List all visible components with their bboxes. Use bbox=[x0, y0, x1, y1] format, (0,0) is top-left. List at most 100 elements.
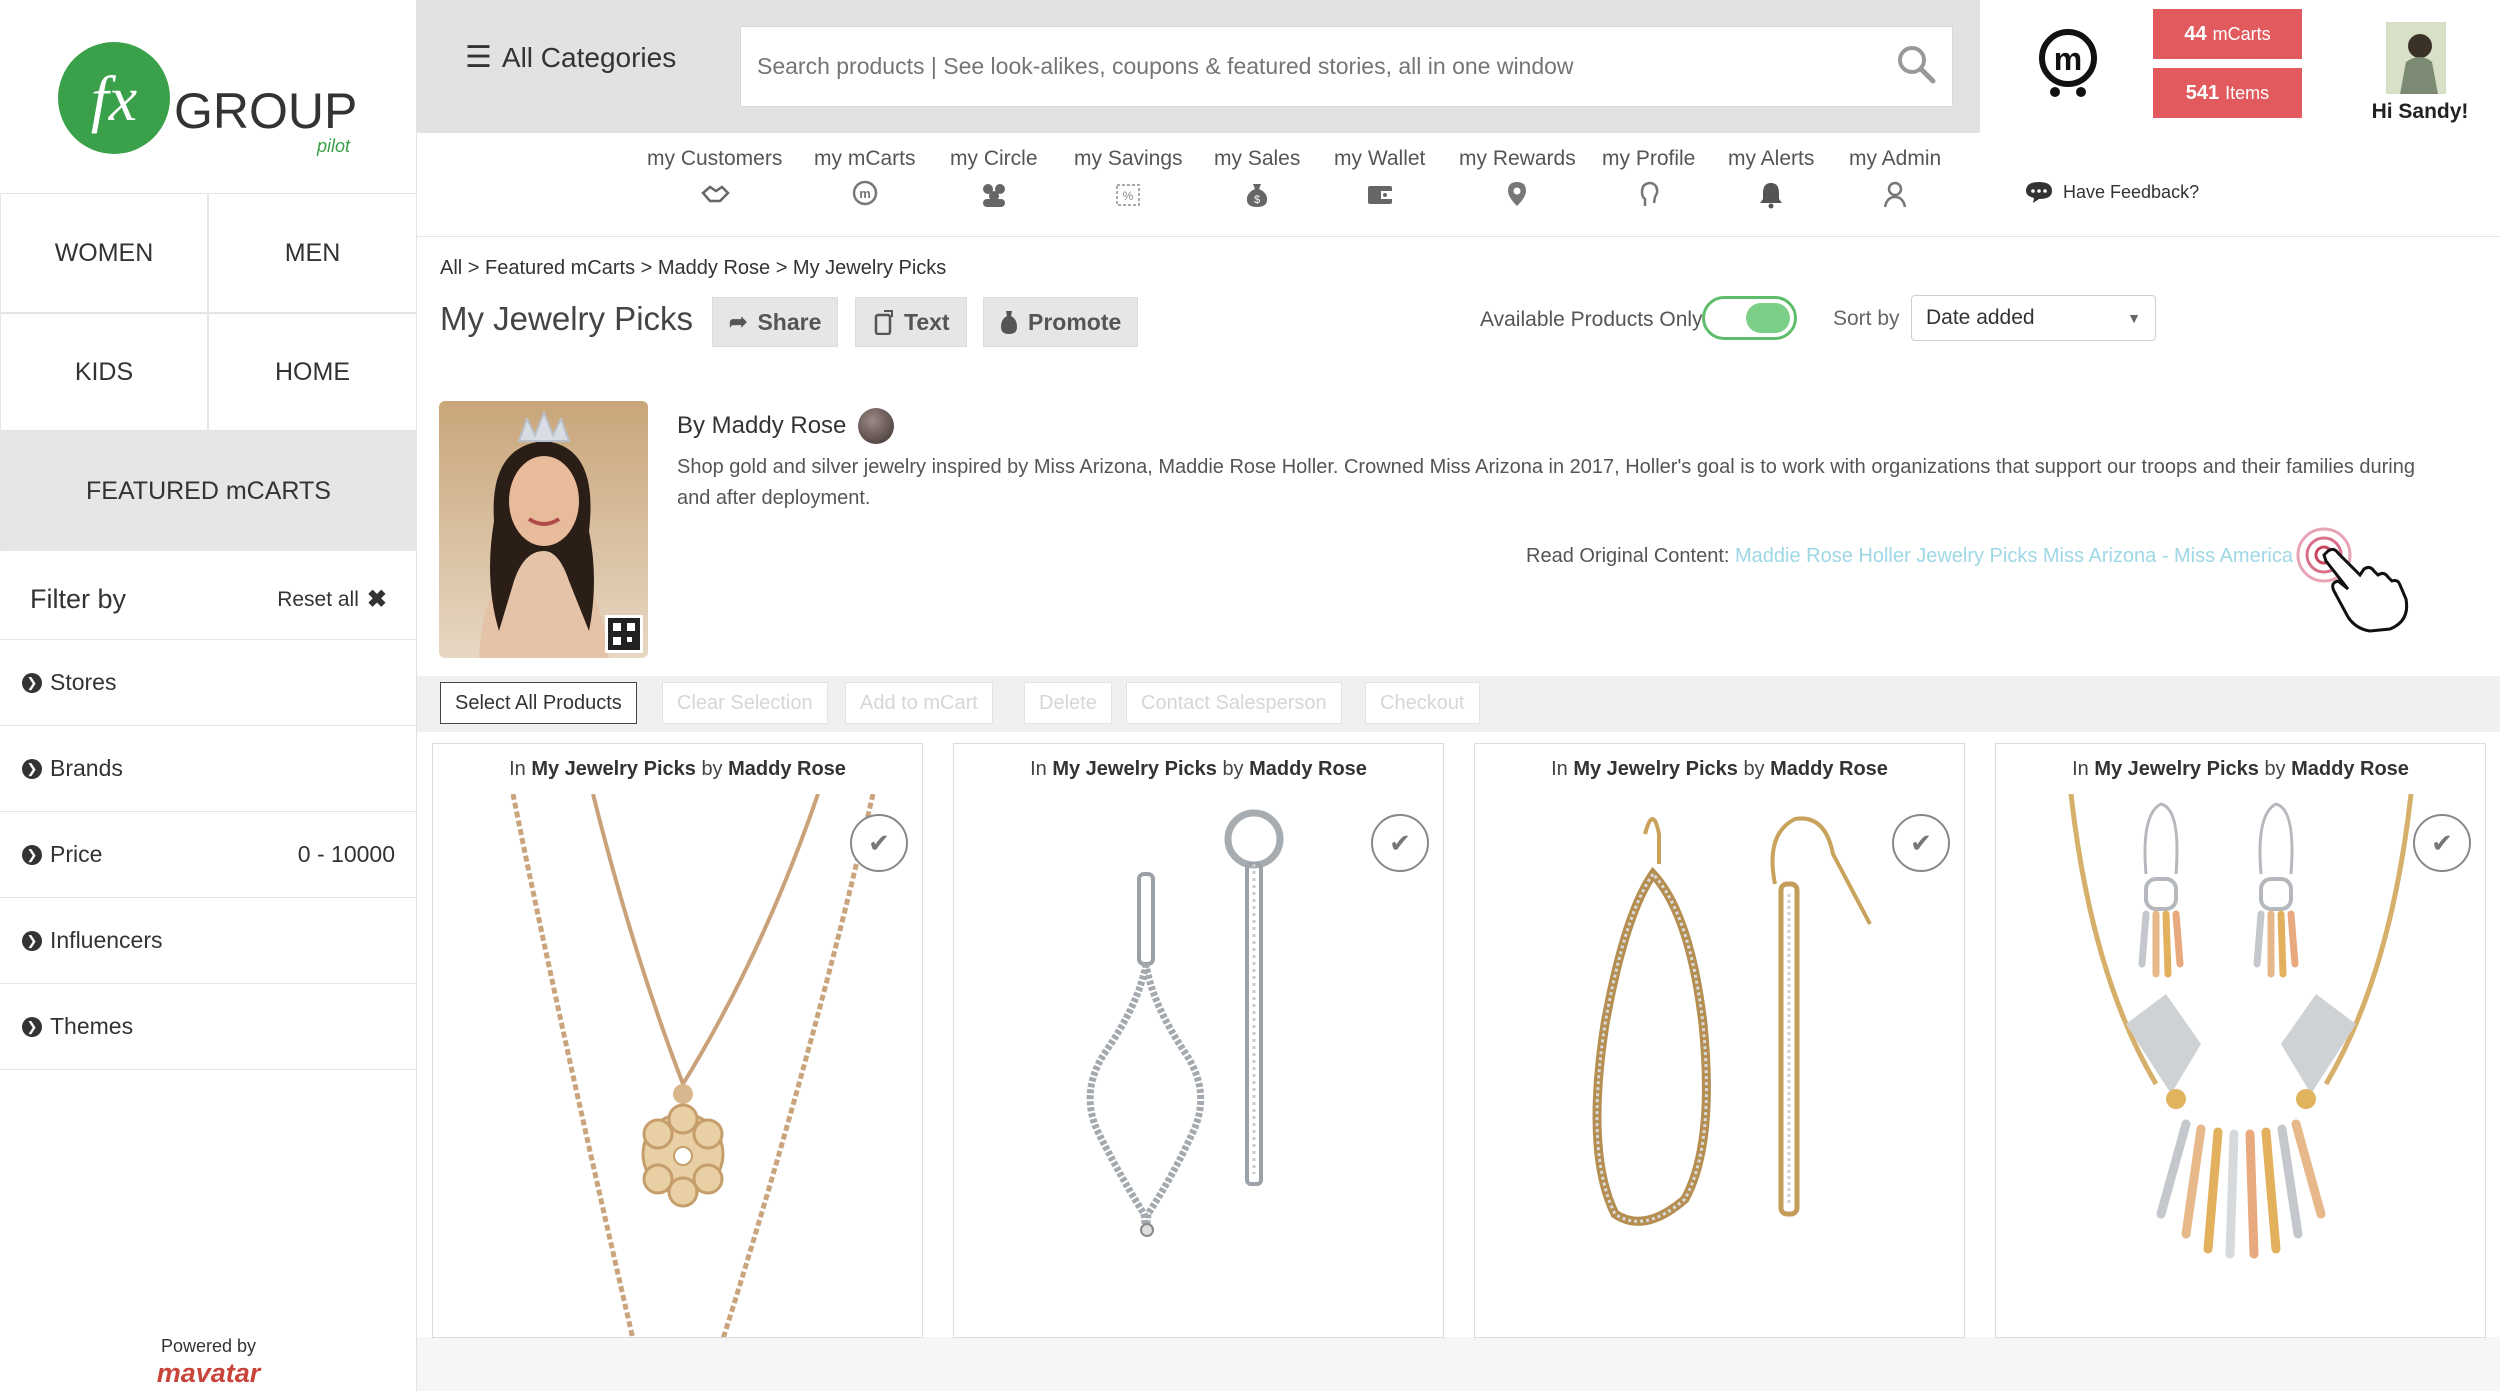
card-by: by bbox=[701, 758, 723, 780]
feedback-link[interactable]: Have Feedback? bbox=[2025, 180, 2199, 204]
read-original-label: Read Original Content: bbox=[1526, 545, 1730, 567]
product-card[interactable]: In My Jewelry Picks by Maddy Rose ✔ bbox=[1474, 743, 1965, 1338]
chevron-right-icon: ❯ bbox=[22, 844, 42, 865]
hamburger-icon: ☰ bbox=[465, 41, 492, 74]
user-avatar[interactable] bbox=[2386, 22, 2446, 94]
text-label: Text bbox=[904, 308, 950, 335]
nav-my-customers[interactable]: my Customers bbox=[647, 147, 782, 209]
search-input[interactable] bbox=[757, 53, 1896, 80]
check-icon: ✔ bbox=[2431, 827, 2453, 858]
category-label: KIDS bbox=[74, 357, 134, 386]
product-card[interactable]: In My Jewelry Picks by Maddy Rose ✔ bbox=[432, 743, 923, 1338]
nav-my-mcarts[interactable]: my mCarts m bbox=[814, 147, 916, 209]
card-prefix: In bbox=[2072, 758, 2089, 780]
phone-icon bbox=[874, 310, 893, 335]
caret-down-icon: ▼ bbox=[2127, 310, 2141, 326]
card-header: In My Jewelry Picks by Maddy Rose bbox=[433, 758, 922, 781]
logo-sub: pilot bbox=[316, 136, 351, 156]
all-categories-menu[interactable]: ☰ All Categories bbox=[465, 40, 676, 75]
filter-label: Price bbox=[50, 841, 103, 867]
user-greeting[interactable]: Hi Sandy! bbox=[2360, 100, 2480, 124]
category-women[interactable]: WOMEN bbox=[0, 193, 208, 313]
available-only-label: Available Products Only bbox=[1480, 308, 1703, 331]
breadcrumb[interactable]: All > Featured mCarts > Maddy Rose > My … bbox=[440, 257, 946, 280]
filter-themes[interactable]: ❯ Themes bbox=[0, 984, 417, 1070]
category-label: WOMEN bbox=[54, 238, 154, 267]
filter-title: Filter by bbox=[30, 584, 127, 614]
product-card[interactable]: In My Jewelry Picks by Maddy Rose ✔ bbox=[953, 743, 1444, 1338]
check-icon: ✔ bbox=[1389, 827, 1411, 858]
category-men[interactable]: MEN bbox=[208, 193, 417, 313]
bell-icon bbox=[1760, 183, 1783, 209]
filter-label: Influencers bbox=[50, 927, 163, 953]
fx-group-logo[interactable]: fx GROUP pilot bbox=[58, 40, 368, 160]
filter-brands[interactable]: ❯ Brands bbox=[0, 726, 417, 812]
nav-my-circle[interactable]: my Circle bbox=[950, 147, 1038, 209]
filter-value: 0 - 10000 bbox=[297, 841, 395, 867]
nav-label: my mCarts bbox=[814, 147, 916, 170]
chevron-right-icon: ❯ bbox=[22, 758, 42, 779]
select-check-button[interactable]: ✔ bbox=[1892, 814, 1950, 872]
filter-label: Themes bbox=[50, 1013, 134, 1039]
nav-label: my Customers bbox=[647, 147, 783, 170]
author-avatar bbox=[858, 408, 895, 444]
mcart-logo-icon[interactable]: m bbox=[2035, 28, 2101, 100]
author-photo[interactable] bbox=[439, 401, 648, 658]
page-title: My Jewelry Picks bbox=[440, 300, 694, 337]
mcarts-label: mCarts bbox=[2212, 23, 2271, 44]
nav-label: my Admin bbox=[1849, 147, 1942, 170]
items-count: 541 bbox=[2185, 81, 2220, 104]
nav-my-rewards[interactable]: my Rewards bbox=[1459, 147, 1576, 209]
search-icon[interactable] bbox=[1896, 44, 1936, 89]
filter-influencers[interactable]: ❯ Influencers bbox=[0, 898, 417, 984]
author-byline[interactable]: By Maddy Rose bbox=[677, 408, 895, 444]
product-card[interactable]: In My Jewelry Picks by Maddy Rose ✔ bbox=[1995, 743, 2486, 1338]
chevron-right-icon: ❯ bbox=[22, 672, 42, 693]
contact-salesperson-button[interactable]: Contact Salesperson bbox=[1126, 682, 1342, 724]
nav-label: my Wallet bbox=[1334, 147, 1426, 170]
chat-icon bbox=[2026, 182, 2052, 203]
logo-mark: fx bbox=[91, 63, 137, 134]
card-collection: My Jewelry Picks bbox=[1052, 758, 1217, 780]
filter-price[interactable]: ❯ Price 0 - 10000 bbox=[0, 812, 417, 898]
nav-my-savings[interactable]: my Savings % bbox=[1074, 147, 1183, 209]
mavatar-logo[interactable]: mavatar bbox=[0, 1358, 417, 1389]
read-original-link[interactable]: Maddie Rose Holler Jewelry Picks Miss Ar… bbox=[1735, 545, 2293, 567]
filter-stores[interactable]: ❯ Stores bbox=[0, 640, 417, 726]
hand-pointer-icon bbox=[2290, 525, 2430, 635]
reset-all-button[interactable]: Reset all ✖ bbox=[277, 585, 387, 614]
add-to-mcart-button[interactable]: Add to mCart bbox=[845, 682, 993, 724]
wallet-icon bbox=[1367, 186, 1392, 204]
product-image bbox=[1086, 809, 1284, 1237]
category-home[interactable]: HOME bbox=[208, 313, 417, 431]
delete-button[interactable]: Delete bbox=[1024, 682, 1112, 724]
card-header: In My Jewelry Picks by Maddy Rose bbox=[1475, 758, 1964, 781]
sort-select[interactable]: Date added ▼ bbox=[1911, 295, 2156, 341]
items-count-badge[interactable]: 541 Items bbox=[2153, 68, 2302, 118]
nav-label: my Rewards bbox=[1459, 147, 1576, 170]
category-kids[interactable]: KIDS bbox=[0, 313, 208, 431]
category-featured-mcarts[interactable]: FEATURED mCARTS bbox=[0, 431, 417, 551]
select-check-button[interactable]: ✔ bbox=[850, 814, 908, 872]
checkout-button[interactable]: Checkout bbox=[1365, 682, 1480, 724]
nav-my-profile[interactable]: my Profile bbox=[1602, 147, 1695, 209]
nav-my-wallet[interactable]: my Wallet bbox=[1334, 147, 1425, 209]
profile-head-icon bbox=[1640, 181, 1659, 206]
select-all-button[interactable]: Select All Products bbox=[440, 682, 637, 724]
available-only-toggle[interactable] bbox=[1702, 296, 1797, 340]
nav-my-alerts[interactable]: my Alerts bbox=[1728, 147, 1814, 209]
nav-my-sales[interactable]: my Sales $ bbox=[1214, 147, 1300, 209]
svg-text:m: m bbox=[859, 186, 871, 201]
card-prefix: In bbox=[1551, 758, 1568, 780]
nav-my-admin[interactable]: my Admin bbox=[1849, 147, 1941, 209]
promote-button[interactable]: Promote bbox=[983, 297, 1139, 347]
mcarts-count-badge[interactable]: 44 mCarts bbox=[2153, 9, 2302, 59]
product-image bbox=[510, 794, 876, 1337]
card-collection: My Jewelry Picks bbox=[2094, 758, 2259, 780]
close-icon: ✖ bbox=[366, 586, 387, 613]
select-check-button[interactable]: ✔ bbox=[2413, 814, 2471, 872]
clear-selection-button[interactable]: Clear Selection bbox=[662, 682, 828, 724]
share-button[interactable]: ➦ Share bbox=[712, 297, 839, 347]
text-button[interactable]: Text bbox=[855, 297, 967, 347]
select-check-button[interactable]: ✔ bbox=[1371, 814, 1429, 872]
